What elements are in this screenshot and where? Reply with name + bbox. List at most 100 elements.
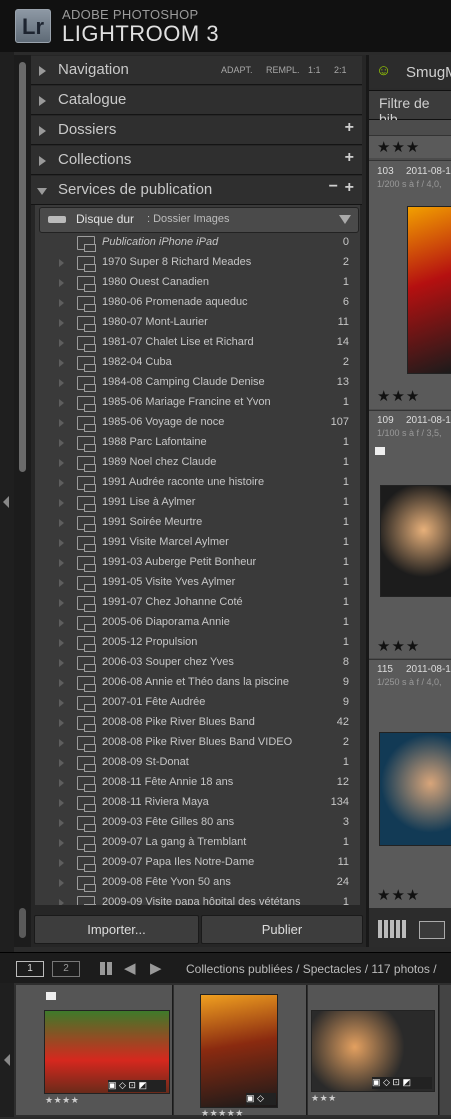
publish-collection-item[interactable]: 1991 Soirée Meurtre 1 [35,513,360,533]
forward-arrow-icon[interactable]: ▶ [150,959,162,977]
publish-collection-item[interactable]: 1988 Parc Lafontaine 1 [35,433,360,453]
publish-collection-item[interactable]: 2008-08 Pike River Blues Band 42 [35,713,360,733]
panel-catalogue-header[interactable]: Catalogue [31,86,362,115]
filmstrip-breadcrumb[interactable]: Collections publiées / Spectacles / 117 … [186,962,437,976]
publish-collection-item[interactable]: 1985-06 Mariage Francine et Yvon 1 [35,393,360,413]
grid-cell[interactable]: 115 2011-08-1 1/250 s à f / 4,0, ★★★ [369,659,451,909]
filmstrip-thumbnail-partial[interactable] [440,985,451,1115]
filmstrip-thumbnail[interactable]: ▣ ◇ ⊡ ◩ ★★★ [308,985,439,1115]
publish-collection-item[interactable]: 1984-08 Camping Claude Denise 13 [35,373,360,393]
publish-collection-item[interactable]: 2007-01 Fête Audrée 9 [35,693,360,713]
rating-stars[interactable]: ★★★ [377,886,420,904]
photo-singer-thumbnail[interactable] [407,206,451,374]
back-arrow-icon[interactable]: ◀ [124,959,136,977]
expand-triangle-icon[interactable] [59,859,64,867]
expand-triangle-icon[interactable] [59,519,64,527]
expand-triangle-icon[interactable] [59,699,64,707]
publish-button[interactable]: Publier [201,915,363,944]
expand-triangle-icon[interactable] [59,739,64,747]
expand-triangle-icon[interactable] [59,779,64,787]
loupe-view-icon[interactable] [419,921,445,939]
grid-cell[interactable]: 103 2011-08-1 1/200 s à f / 4,0, ★★★ [369,160,451,409]
remove-service-minus-icon[interactable]: − [329,178,338,196]
photo-guitarist-thumbnail[interactable] [380,485,451,597]
panel-collections-header[interactable]: Collections + [31,146,362,175]
expand-triangle-icon[interactable] [59,499,64,507]
rating-stars[interactable]: ★★★ [377,637,420,655]
scrollbar-thumb-bottom[interactable] [19,908,26,938]
expand-triangle-icon[interactable] [59,459,64,467]
collapse-left-arrow-icon[interactable] [3,496,9,508]
expand-triangle-icon[interactable] [59,259,64,267]
publish-collection-item[interactable]: 2009-07 Papa Iles Notre-Dame 11 [35,853,360,873]
expand-triangle-icon[interactable] [59,759,64,767]
nav-2-1-option[interactable]: 2:1 [334,65,347,75]
expand-triangle-icon[interactable] [59,899,64,905]
scrollbar-thumb[interactable] [19,62,26,472]
publish-collection-item[interactable]: 1980 Ouest Canadien 1 [35,273,360,293]
publish-collection-item[interactable]: 2006-03 Souper chez Yves 8 [35,653,360,673]
grid-cell-rating[interactable]: ★★★ [369,135,451,158]
publish-collection-item[interactable]: 1991 Visite Marcel Aylmer 1 [35,533,360,553]
expand-triangle-icon[interactable] [59,559,64,567]
publish-collection-item[interactable]: 2008-09 St-Donat 1 [35,753,360,773]
import-button[interactable]: Importer... [34,915,199,944]
filmstrip-thumbnail[interactable]: ▣ ◇ ★★★★★ [174,985,307,1118]
publish-collection-item[interactable]: 1991-07 Chez Johanne Coté 1 [35,593,360,613]
add-collection-plus-icon[interactable]: + [345,149,354,167]
nav-fill-option[interactable]: REMPL. [266,65,300,75]
publish-collection-item[interactable]: 2008-08 Pike River Blues Band VIDEO 2 [35,733,360,753]
publish-collection-item[interactable]: 1982-04 Cuba 2 [35,353,360,373]
publish-collection-item[interactable]: 2009-09 Visite papa hôpital des vététans… [35,893,360,905]
publish-collection-item[interactable]: 2005-12 Propulsion 1 [35,633,360,653]
grid-mode-icon[interactable] [100,962,114,975]
panel-navigation-header[interactable]: Navigation ADAPT. REMPL. 1:1 2:1 [31,56,362,85]
publish-collection-item[interactable]: 1970 Super 8 Richard Meades 2 [35,253,360,273]
publish-collection-item[interactable]: 1980-06 Promenade aqueduc 6 [35,293,360,313]
grid-view-icon[interactable] [378,920,406,938]
flag-icon[interactable] [46,992,56,1000]
add-service-plus-icon[interactable]: + [345,179,354,197]
secondary-monitor-button[interactable]: 2 [52,961,80,977]
publish-collection-item[interactable]: 1991-03 Auberge Petit Bonheur 1 [35,553,360,573]
publish-collection-item[interactable]: 2005-06 Diaporama Annie 1 [35,613,360,633]
filmstrip-collapse-arrow-icon[interactable] [4,1054,10,1066]
publish-service-header[interactable]: Disque dur : Dossier Images [39,207,359,233]
flag-icon[interactable] [375,447,385,455]
expand-triangle-icon[interactable] [59,679,64,687]
publish-collection-item[interactable]: Publication iPhone iPad 0 [35,233,360,253]
expand-triangle-icon[interactable] [59,479,64,487]
expand-triangle-icon[interactable] [59,439,64,447]
expand-triangle-icon[interactable] [59,599,64,607]
publish-collection-item[interactable]: 1980-07 Mont-Laurier 11 [35,313,360,333]
expand-triangle-icon[interactable] [59,319,64,327]
filmstrip-photo-drummer[interactable] [200,994,278,1108]
thumbnail-rating[interactable]: ★★★★ [45,1095,79,1106]
expand-triangle-icon[interactable] [59,279,64,287]
publish-collection-item[interactable]: 1989 Noel chez Claude 1 [35,453,360,473]
expand-triangle-icon[interactable] [59,539,64,547]
expand-triangle-icon[interactable] [59,659,64,667]
rating-stars[interactable]: ★★★ [377,387,420,405]
expand-triangle-icon[interactable] [59,579,64,587]
publish-collection-item[interactable]: 2006-08 Annie et Théo dans la piscine 9 [35,673,360,693]
publish-collection-item[interactable]: 1981-07 Chalet Lise et Richard 14 [35,333,360,353]
expand-triangle-icon[interactable] [59,359,64,367]
panel-dossiers-header[interactable]: Dossiers + [31,116,362,145]
expand-triangle-icon[interactable] [59,839,64,847]
expand-triangle-icon[interactable] [59,879,64,887]
expand-triangle-icon[interactable] [59,399,64,407]
expand-triangle-icon[interactable] [59,639,64,647]
filmstrip-left-strip[interactable] [0,983,14,1117]
expand-triangle-icon[interactable] [59,799,64,807]
expand-triangle-icon[interactable] [59,339,64,347]
primary-monitor-button[interactable]: 1 [16,961,44,977]
expand-triangle-icon[interactable] [59,379,64,387]
publish-collection-item[interactable]: 2009-08 Fête Yvon 50 ans 24 [35,873,360,893]
expand-triangle-icon[interactable] [59,419,64,427]
publish-collection-item[interactable]: 2009-07 La gang à Tremblant 1 [35,833,360,853]
nav-1-1-option[interactable]: 1:1 [308,65,321,75]
service-menu-caret-icon[interactable] [339,215,351,224]
filmstrip-thumbnail[interactable]: ▣ ◇ ⊡ ◩ ★★★★ [16,985,173,1115]
publish-collection-item[interactable]: 2008-11 Fête Annie 18 ans 12 [35,773,360,793]
